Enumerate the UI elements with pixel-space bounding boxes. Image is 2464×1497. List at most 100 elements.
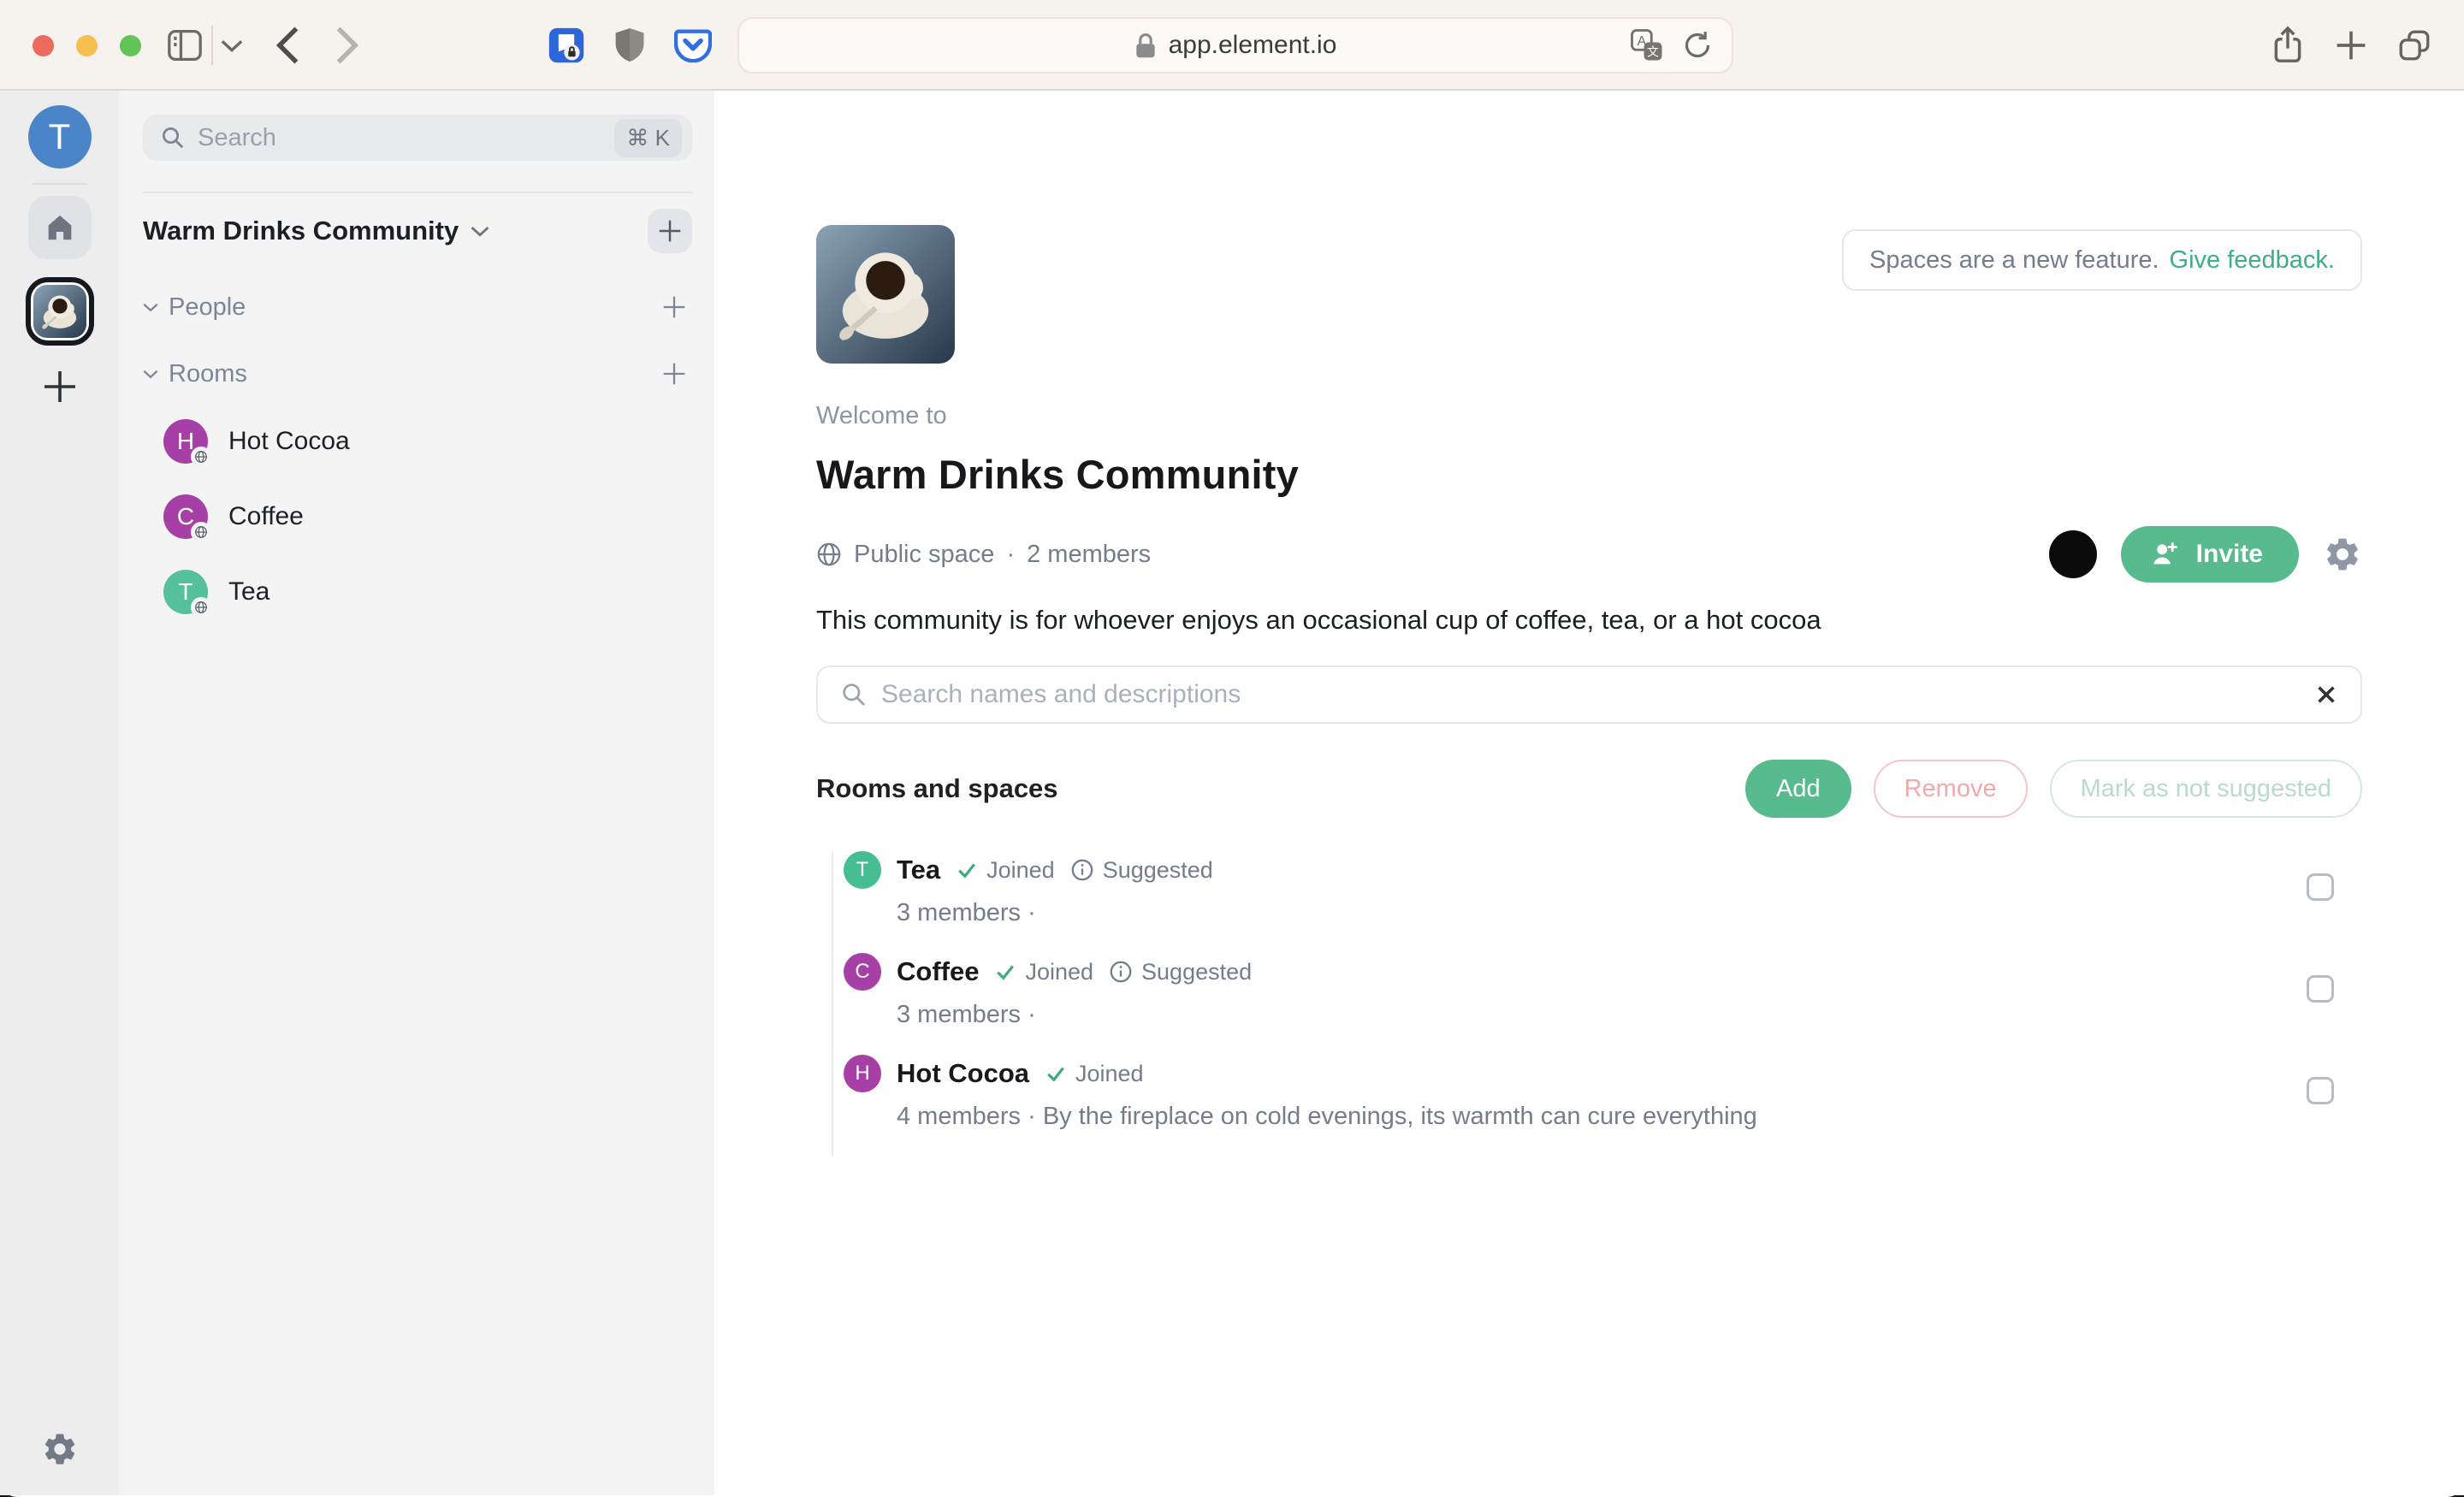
share-icon (2271, 25, 2305, 66)
room-checkbox[interactable] (2307, 873, 2334, 901)
space-avatar-warm-drinks[interactable] (26, 277, 94, 346)
room-avatar: C (844, 953, 881, 991)
user-avatar[interactable]: T (28, 105, 92, 169)
give-feedback-link[interactable]: Give feedback. (2170, 246, 2335, 275)
extension-privacy-button[interactable] (542, 0, 590, 91)
window-controls (33, 35, 141, 56)
toolbar-separator (211, 26, 213, 65)
share-button[interactable] (2264, 0, 2312, 91)
sidebar-room-hot-cocoa[interactable]: H Hot Cocoa (143, 407, 692, 476)
plus-icon (657, 218, 683, 244)
add-button[interactable]: Add (1745, 760, 1851, 818)
back-button[interactable] (264, 0, 311, 91)
browser-chrome: app.element.io A 文 (0, 0, 2464, 91)
member-count[interactable]: 2 members (1027, 541, 1151, 569)
section-rooms[interactable]: Rooms (143, 354, 692, 393)
public-room-globe-icon (191, 597, 211, 618)
reload-icon[interactable] (1680, 28, 1715, 62)
public-room-globe-icon (191, 522, 211, 542)
section-people[interactable]: People (143, 287, 692, 327)
panel-search-input[interactable] (198, 124, 602, 152)
sidebar-icon (166, 28, 204, 62)
room-checkbox[interactable] (2307, 1077, 2334, 1104)
quick-settings-button[interactable] (41, 1430, 79, 1468)
room-name: Coffee (897, 956, 979, 987)
tab-overview-button[interactable] (2390, 0, 2438, 91)
room-avatar: T (844, 851, 881, 889)
check-icon (994, 961, 1016, 983)
home-button[interactable] (28, 196, 92, 259)
invite-button-label: Invite (2196, 540, 2263, 569)
info-icon (1109, 960, 1133, 984)
panel-search-bar[interactable]: ⌘ K (143, 115, 692, 161)
joined-badge: Joined (956, 857, 1055, 884)
invite-button[interactable]: Invite (2121, 526, 2299, 583)
search-shortcut-badge: ⌘ K (614, 119, 682, 157)
minimize-window-button[interactable] (76, 35, 98, 56)
address-bar[interactable]: app.element.io A 文 (737, 17, 1733, 74)
remove-button[interactable]: Remove (1874, 760, 2028, 818)
zoom-window-button[interactable] (120, 35, 141, 56)
add-people-button[interactable] (661, 294, 687, 320)
room-avatar-initial: C (855, 960, 869, 984)
meta-separator: · (1006, 541, 1015, 569)
close-window-button[interactable] (33, 35, 54, 56)
svg-text:文: 文 (1647, 44, 1659, 58)
tabs-icon (2396, 27, 2432, 63)
joined-label: Joined (1025, 959, 1093, 985)
rooms-search-input[interactable] (881, 680, 2301, 709)
chevron-down-icon[interactable] (471, 225, 489, 237)
rooms-search-bar[interactable] (816, 666, 2362, 724)
new-tab-button[interactable] (2327, 0, 2375, 91)
privacy-extension-icon (548, 27, 585, 64)
room-row-tea[interactable]: T Tea Joined Suggested 3 members · (844, 851, 2362, 953)
visibility-label: Public space (854, 541, 994, 569)
forward-arrow-icon (335, 26, 360, 65)
space-name-dropdown[interactable]: Warm Drinks Community (143, 216, 459, 246)
suggested-badge: Suggested (1070, 857, 1213, 884)
space-settings-button[interactable] (2323, 535, 2362, 574)
create-space-button[interactable] (41, 368, 79, 405)
forward-button[interactable] (323, 0, 371, 91)
space-cover-image[interactable] (816, 225, 955, 364)
page-title: Warm Drinks Community (816, 451, 2362, 499)
sidebar-menu-chevron[interactable] (217, 0, 246, 91)
extension-pocket-button[interactable] (669, 0, 717, 91)
close-icon (2314, 683, 2338, 707)
room-checkbox[interactable] (2307, 975, 2334, 1003)
room-members-info: 3 members · (897, 899, 2362, 927)
plus-icon (2334, 28, 2368, 62)
add-to-space-button[interactable] (648, 209, 692, 253)
sidebar-room-coffee[interactable]: C Coffee (143, 482, 692, 551)
element-app: T (0, 91, 2464, 1495)
chevron-down-icon (143, 302, 158, 312)
section-rooms-label: Rooms (169, 360, 247, 388)
translate-icon[interactable]: A 文 (1629, 27, 1665, 63)
plus-icon (661, 361, 687, 387)
room-name: Tea (228, 577, 270, 606)
room-avatar-initial: T (856, 858, 869, 882)
sidebar-room-list: H Hot Cocoa C Coffee T (143, 407, 692, 626)
search-icon (160, 125, 186, 151)
mark-not-suggested-button[interactable]: Mark as not suggested (2050, 760, 2362, 818)
lock-icon (1134, 32, 1157, 59)
room-name: Hot Cocoa (228, 427, 350, 456)
room-avatar: H (163, 419, 208, 464)
toggle-sidebar-button[interactable] (163, 0, 207, 91)
extension-shield-button[interactable] (606, 0, 654, 91)
sidebar-room-tea[interactable]: T Tea (143, 558, 692, 626)
room-row-coffee[interactable]: C Coffee Joined Suggested 3 members · (844, 953, 2362, 1055)
coffee-cup-image (816, 225, 955, 364)
rooms-and-spaces-header: Rooms and spaces Add Remove Mark as not … (816, 760, 2362, 818)
room-row-hot-cocoa[interactable]: H Hot Cocoa Joined 4 members · By the fi… (844, 1055, 2362, 1157)
room-avatar: C (163, 494, 208, 539)
clear-search-button[interactable] (2314, 683, 2338, 707)
add-room-button[interactable] (661, 361, 687, 387)
member-facepile-avatar[interactable] (2049, 530, 2097, 578)
gear-icon (2323, 535, 2362, 574)
room-list-panel: ⌘ K Warm Drinks Community People (119, 91, 714, 1495)
space-description: This community is for whoever enjoys an … (816, 605, 2362, 636)
space-home-view: Spaces are a new feature. Give feedback.… (714, 91, 2464, 1495)
space-header: Warm Drinks Community (143, 209, 692, 253)
joined-label: Joined (1075, 1061, 1144, 1087)
